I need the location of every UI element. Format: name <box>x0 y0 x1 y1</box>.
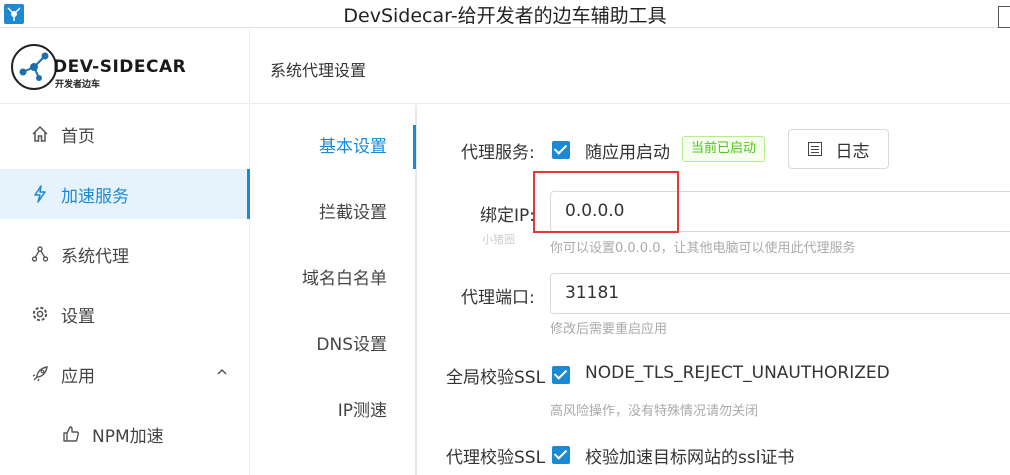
logo-subtitle: 开发者边车 <box>55 80 101 90</box>
status-badge: 当前已启动 <box>682 136 766 162</box>
rocket-icon <box>31 365 49 383</box>
log-button-label: 日志 <box>835 141 870 162</box>
document-icon <box>807 142 822 156</box>
thumbs-up-icon <box>62 425 80 443</box>
lightning-icon <box>31 185 49 203</box>
auto-start-checkbox[interactable] <box>552 141 570 159</box>
sidebar-item-label: NPM加速 <box>92 426 164 447</box>
tab-basic-settings[interactable]: 基本设置 <box>251 114 415 180</box>
app-window: DevSidecar-给开发者的边车辅助工具 DEV-SIDECAR 开发者边车 <box>0 0 1010 475</box>
sidebar-item-apps[interactable]: 应用 <box>0 349 250 399</box>
maximize-button[interactable] <box>998 6 1010 28</box>
gear-icon <box>31 305 49 323</box>
tab-dns-settings[interactable]: DNS设置 <box>251 312 415 378</box>
proxy-service-label: 代理服务: <box>461 143 535 163</box>
sidebar-item-acceleration[interactable]: 加速服务 <box>0 169 250 219</box>
tab-ip-speedtest[interactable]: IP测速 <box>251 378 415 444</box>
proxy-ssl-label: 代理校验SSL <box>446 448 546 468</box>
watermark: 小猪圈 <box>482 233 515 246</box>
highlight-box <box>533 171 679 233</box>
bind-ip-label: 绑定IP: <box>480 206 535 226</box>
proxy-port-input[interactable]: 31181 <box>550 273 1010 314</box>
sidebar: DEV-SIDECAR 开发者边车 首页 加速服务 系统代理 设置 应用 NPM… <box>0 29 250 475</box>
active-tab-indicator <box>413 125 416 169</box>
sidebar-item-label: 设置 <box>61 306 95 327</box>
logo: DEV-SIDECAR 开发者边车 <box>0 29 250 104</box>
logo-name: DEV-SIDECAR <box>53 57 187 77</box>
auto-start-label: 随应用启动 <box>585 143 670 163</box>
content-header: 系统代理设置 <box>251 29 1010 104</box>
tab-domain-whitelist[interactable]: 域名白名单 <box>251 246 415 312</box>
tab-intercept-settings[interactable]: 拦截设置 <box>251 180 415 246</box>
page-title: 系统代理设置 <box>270 61 367 80</box>
log-button[interactable]: 日志 <box>788 129 889 169</box>
sidebar-item-label: 系统代理 <box>61 246 129 267</box>
sidebar-item-label: 首页 <box>61 126 95 147</box>
window-title: DevSidecar-给开发者的边车辅助工具 <box>343 5 667 27</box>
sidebar-item-home[interactable]: 首页 <box>0 109 250 159</box>
proxy-port-hint: 修改后需要重启应用 <box>550 322 668 337</box>
sidebar-item-npm[interactable]: NPM加速 <box>0 409 250 459</box>
network-icon <box>31 245 49 263</box>
global-ssl-option-label: NODE_TLS_REJECT_UNAUTHORIZED <box>585 363 890 383</box>
bind-ip-hint: 你可以设置0.0.0.0，让其他电脑可以使用此代理服务 <box>550 241 856 256</box>
global-ssl-checkbox[interactable] <box>552 366 570 384</box>
proxy-ssl-checkbox[interactable] <box>552 446 570 464</box>
proxy-ssl-option-label: 校验加速目标网站的ssl证书 <box>585 448 795 468</box>
sidebar-item-label: 加速服务 <box>61 186 129 207</box>
sidebar-item-settings[interactable]: 设置 <box>0 289 250 339</box>
global-ssl-label: 全局校验SSL <box>446 368 546 388</box>
title-bar: DevSidecar-给开发者的边车辅助工具 <box>0 0 1010 28</box>
global-ssl-hint: 高风险操作，没有特殊情况请勿关闭 <box>550 404 759 419</box>
settings-tabs: 基本设置 拦截设置 域名白名单 DNS设置 IP测速 <box>251 105 417 475</box>
chevron-up-icon[interactable] <box>216 366 228 380</box>
proxy-port-label: 代理端口: <box>461 288 535 308</box>
home-icon <box>31 125 49 143</box>
logo-icon <box>11 44 57 90</box>
sidebar-item-label: 应用 <box>61 366 95 387</box>
sidebar-item-system-proxy[interactable]: 系统代理 <box>0 229 250 279</box>
